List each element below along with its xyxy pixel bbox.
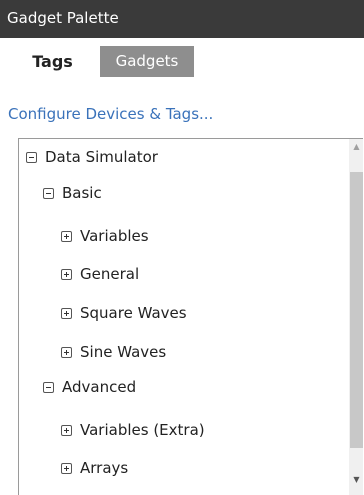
down-arrow-icon[interactable]: ▼ — [349, 472, 363, 488]
panel-title: Gadget Palette — [7, 9, 119, 27]
tree-node-label: Data Simulator — [45, 148, 158, 166]
minus-box-icon[interactable] — [26, 151, 37, 163]
configure-devices-link[interactable]: Configure Devices & Tags... — [8, 103, 213, 125]
tree-node-label: Sine Waves — [80, 343, 167, 361]
tree-node-label: General — [80, 265, 140, 283]
tree-node-basic[interactable]: Basic — [43, 182, 102, 204]
tree-node-sine-waves[interactable]: Sine Waves — [61, 341, 166, 363]
plus-box-icon[interactable] — [61, 307, 72, 319]
plus-box-icon[interactable] — [61, 268, 72, 280]
tree-node-label: Arrays — [80, 459, 129, 477]
plus-box-icon[interactable] — [61, 230, 72, 242]
tab-tags[interactable]: Tags — [10, 46, 95, 77]
tree-node-data-simulator[interactable]: Data Simulator — [26, 146, 158, 168]
plus-box-icon[interactable] — [61, 462, 72, 474]
tree-node-variables-extra[interactable]: Variables (Extra) — [61, 419, 205, 441]
tree-node-label: Square Waves — [80, 304, 187, 322]
tree-node-label: Variables — [80, 227, 149, 245]
tab-gadgets[interactable]: Gadgets — [100, 46, 194, 77]
minus-box-icon[interactable] — [43, 187, 54, 199]
title-bar: Gadget Palette — [0, 0, 364, 38]
tree-node-label: Basic — [62, 184, 102, 202]
plus-box-icon[interactable] — [61, 346, 72, 358]
vertical-scrollbar[interactable]: ▲ ▼ — [349, 139, 363, 495]
minus-box-icon[interactable] — [43, 381, 54, 393]
tree-node-label: Variables (Extra) — [80, 421, 205, 439]
tree-node-label: Advanced — [62, 378, 137, 396]
tag-tree: Data Simulator Basic Variables General S… — [18, 138, 363, 495]
tree-node-general[interactable]: General — [61, 263, 139, 285]
tree-node-arrays[interactable]: Arrays — [61, 457, 128, 479]
up-arrow-icon[interactable]: ▲ — [349, 139, 363, 155]
tree-node-square-waves[interactable]: Square Waves — [61, 302, 187, 324]
plus-box-icon[interactable] — [61, 424, 72, 436]
gadget-palette: Gadget Palette Tags Gadgets Configure De… — [0, 0, 364, 495]
tree-node-variables[interactable]: Variables — [61, 225, 149, 247]
scrollbar-thumb[interactable] — [350, 172, 363, 448]
tree-node-advanced[interactable]: Advanced — [43, 376, 136, 398]
